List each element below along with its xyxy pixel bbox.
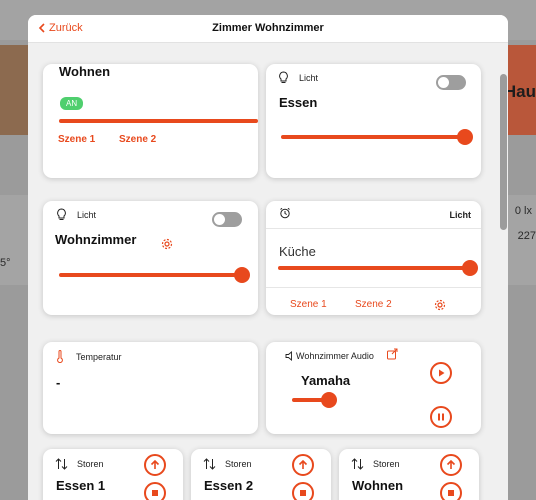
card-essen[interactable]: Licht Essen — [266, 64, 481, 178]
modal-title: Zimmer Wohnzimmer — [212, 22, 324, 34]
card-category: Temperatur — [76, 352, 122, 362]
card-category: Storen — [77, 459, 104, 469]
raise-blinds-button[interactable] — [292, 454, 314, 476]
card-storen-wohnen[interactable]: Storen Wohnen — [339, 449, 479, 500]
card-title: Essen — [279, 95, 318, 110]
card-category: Storen — [373, 459, 400, 469]
stop-icon — [448, 490, 454, 496]
arrow-up-icon — [150, 459, 160, 469]
stop-blinds-button[interactable] — [292, 482, 314, 500]
temperature-value: - — [56, 375, 61, 390]
pause-button[interactable] — [430, 406, 452, 428]
card-category: Licht — [77, 210, 97, 220]
lightbulb-icon — [279, 71, 288, 83]
scene-1-button[interactable]: Szene 1 — [290, 299, 327, 310]
up-down-arrows-icon — [55, 458, 68, 470]
stop-blinds-button[interactable] — [440, 482, 462, 500]
arrow-up-icon — [446, 459, 456, 469]
card-wohnen[interactable]: Wohnen AN Szene 1 Szene 2 — [43, 64, 258, 178]
card-audio[interactable]: Wohnzimmer Audio Yamaha — [266, 342, 481, 434]
scene-2-button[interactable]: Szene 2 — [355, 299, 392, 310]
background-temp-value: 5° — [0, 257, 11, 269]
card-header-label: Licht — [449, 210, 472, 220]
modal-content[interactable]: Wohnen AN Szene 1 Szene 2 Licht Essen Li… — [28, 44, 508, 500]
modal-header: Zurück Zimmer Wohnzimmer — [28, 15, 508, 43]
background-value: 227 — [517, 230, 536, 242]
brightness-slider[interactable] — [281, 135, 466, 139]
card-title: Wohnen — [352, 478, 404, 493]
card-wohnzimmer[interactable]: Licht Wohnzimmer — [43, 201, 258, 315]
card-title: Wohnen — [59, 64, 111, 79]
background-title: Hau — [503, 82, 536, 101]
lightbulb-icon — [57, 208, 66, 220]
card-storen-essen-1[interactable]: Storen Essen 1 — [43, 449, 183, 500]
card-title: Wohnzimmer — [55, 232, 137, 247]
play-button[interactable] — [430, 362, 452, 384]
alarm-clock-icon — [280, 207, 290, 219]
play-icon — [439, 369, 445, 377]
scene-2-button[interactable]: Szene 2 — [119, 134, 156, 145]
brightness-slider[interactable] — [278, 266, 471, 270]
power-toggle[interactable] — [212, 212, 242, 227]
share-icon[interactable] — [386, 347, 399, 360]
background-lux-value: 0 lx — [514, 205, 532, 217]
card-temperatur: Temperatur - — [43, 342, 258, 434]
stop-icon — [300, 490, 306, 496]
scrollbar[interactable] — [500, 74, 507, 230]
card-kueche[interactable]: Licht Küche Szene 1 Szene 2 — [266, 201, 481, 315]
card-category: Storen — [225, 459, 252, 469]
up-down-arrows-icon — [203, 458, 216, 470]
speaker-icon — [285, 351, 292, 361]
brightness-slider-knob[interactable] — [457, 129, 473, 145]
card-title: Küche — [279, 244, 316, 259]
up-down-arrows-icon — [351, 458, 364, 470]
stop-icon — [152, 490, 158, 496]
card-category: Licht — [299, 73, 319, 83]
status-badge: AN — [60, 97, 84, 110]
volume-slider-knob[interactable] — [321, 392, 337, 408]
card-category: Wohnzimmer Audio — [296, 351, 374, 361]
room-modal: Zurück Zimmer Wohnzimmer Wohnen AN Szene… — [28, 15, 508, 500]
power-toggle[interactable] — [436, 75, 466, 90]
raise-blinds-button[interactable] — [440, 454, 462, 476]
scene-1-button[interactable]: Szene 1 — [58, 134, 95, 145]
background-card-left — [0, 195, 30, 285]
brightness-slider[interactable] — [59, 119, 258, 123]
divider — [266, 228, 481, 229]
arrow-up-icon — [298, 459, 308, 469]
background-image-left — [0, 45, 30, 135]
divider — [266, 287, 481, 288]
raise-blinds-button[interactable] — [144, 454, 166, 476]
audio-source-title: Yamaha — [301, 373, 351, 388]
thermometer-icon — [57, 350, 63, 363]
brightness-slider-knob[interactable] — [462, 260, 478, 276]
gear-icon[interactable] — [161, 238, 173, 250]
stop-blinds-button[interactable] — [144, 482, 166, 500]
pause-icon — [438, 413, 444, 421]
brightness-slider-knob[interactable] — [234, 267, 250, 283]
gear-icon[interactable] — [434, 299, 446, 311]
brightness-slider[interactable] — [59, 273, 243, 277]
card-storen-essen-2[interactable]: Storen Essen 2 — [191, 449, 331, 500]
card-title: Essen 2 — [204, 478, 254, 493]
card-title: Essen 1 — [56, 478, 106, 493]
